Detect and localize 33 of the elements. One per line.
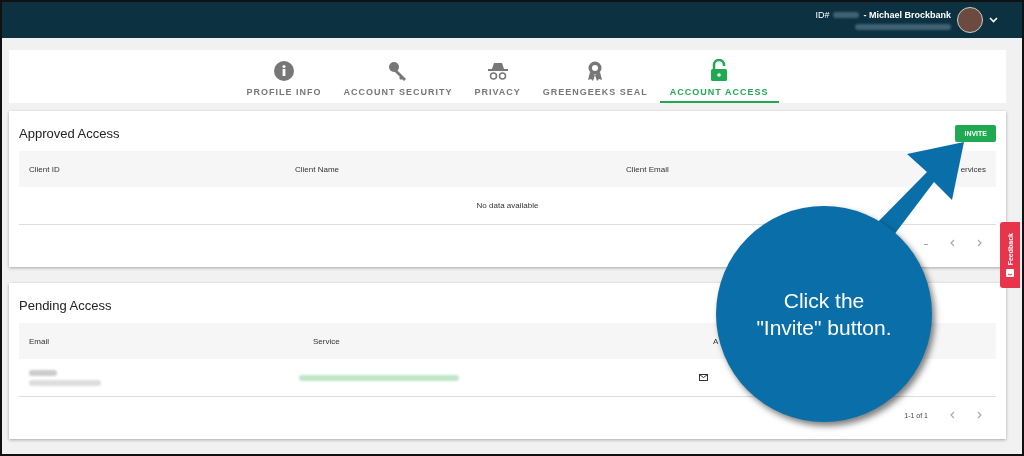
tab[interactable]: ACCOUNT ACCESS <box>659 59 779 103</box>
mail-icon[interactable] <box>699 374 708 381</box>
user-id-label: ID# <box>815 10 830 20</box>
info-icon <box>273 61 294 81</box>
blurred-email <box>29 379 101 386</box>
column-header: Client Name <box>295 164 340 174</box>
blurred-name <box>29 369 57 376</box>
column-header: A <box>713 336 720 346</box>
empty-message: No data available <box>476 201 539 210</box>
hat-glasses-icon <box>486 61 509 81</box>
previous-page-icon[interactable] <box>950 239 955 247</box>
tab[interactable]: PROFILE INFO <box>236 61 332 103</box>
key-icon <box>387 61 408 81</box>
unlocked-lock-icon <box>710 59 729 81</box>
tab[interactable]: GREENGEEKS SEAL <box>532 61 658 103</box>
column-header: Client Email <box>626 164 670 174</box>
blurred-id <box>833 12 860 18</box>
column-header: Client ID <box>29 164 61 174</box>
avatar[interactable] <box>957 7 983 33</box>
smiley-icon <box>1006 269 1014 278</box>
tab[interactable]: PRIVACY <box>464 61 531 103</box>
card-title: Approved Access <box>19 125 120 141</box>
tab[interactable]: ACCOUNT SECURITY <box>333 61 463 103</box>
column-header: Email <box>29 336 50 346</box>
card-title: Pending Access <box>19 297 112 313</box>
next-page-icon[interactable] <box>977 239 982 247</box>
previous-page-icon[interactable] <box>950 411 955 419</box>
column-header: Service <box>313 336 341 346</box>
next-page-icon[interactable] <box>977 411 982 419</box>
user-name: - Michael Brockbank <box>863 10 951 20</box>
award-ribbon-icon <box>586 61 605 81</box>
column-header: ervices <box>960 164 986 174</box>
chevron-down-icon[interactable] <box>989 17 998 23</box>
